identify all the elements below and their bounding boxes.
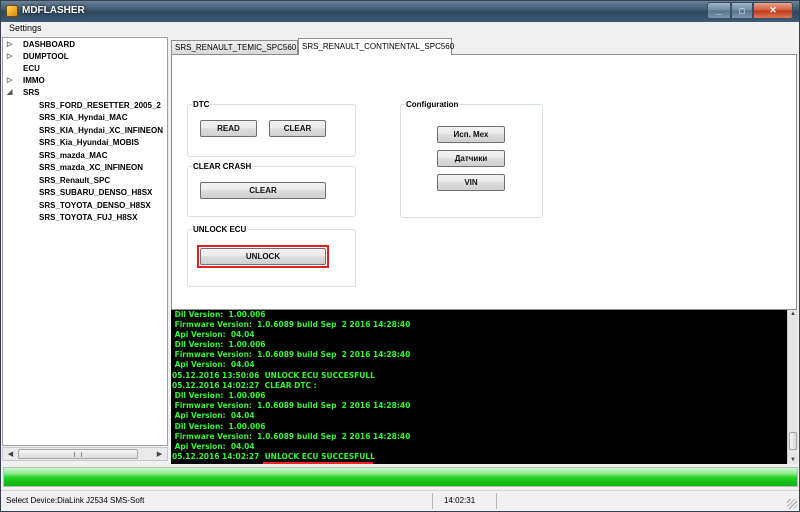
maximize-button[interactable]: □ — [731, 2, 753, 19]
log-line: Api Version: 04.04 — [172, 442, 255, 451]
sensors-button[interactable]: Датчики — [437, 150, 505, 167]
log-line: 05.12.2016 14:02:27 UNLOCK ECU SUCCESFUL… — [172, 452, 375, 461]
dtc-group: DTC READ CLEAR — [187, 100, 356, 157]
tree-item-label: SRS — [23, 88, 40, 97]
isp-mech-button[interactable]: Исп. Мех — [437, 126, 505, 143]
scroll-right-icon[interactable]: ▶ — [153, 449, 166, 460]
menu-settings[interactable]: Settings — [9, 23, 42, 33]
group-title: DTC — [192, 100, 211, 109]
collapse-arrow-icon[interactable]: ◢ — [7, 88, 15, 100]
log-line: Firmware Version: 1.0.6089 build Sep 2 2… — [172, 350, 411, 359]
tree-item-label: IMMO — [23, 76, 45, 85]
log-line: Api Version: 04.04 — [172, 360, 255, 369]
menu-bar: Settings — [1, 22, 799, 36]
log-console[interactable]: Dll Version: 1.00.006 Firmware Version: … — [171, 310, 787, 464]
unlock-ecu-group: UNLOCK ECU UNLOCK — [187, 225, 356, 287]
close-button[interactable]: ✕ — [753, 2, 793, 19]
title-bar[interactable]: MDFLASHER _ □ ✕ — [1, 1, 799, 22]
log-line: 05.12.2016 14:02:27 CLEAR DTC : — [172, 381, 317, 390]
scroll-left-icon[interactable]: ◀ — [4, 449, 17, 460]
expand-arrow-icon[interactable]: ▷ — [7, 52, 15, 64]
status-bar: Select Device:DiaLink J2534 SMS-Soft 14:… — [1, 490, 799, 511]
log-line: Firmware Version: 1.0.6089 build Sep 2 2… — [172, 401, 411, 410]
expand-arrow-icon[interactable]: ▷ — [7, 40, 15, 52]
clear-dtc-button[interactable]: CLEAR — [269, 120, 326, 137]
caption-buttons: _ □ ✕ — [707, 2, 793, 19]
status-time: 14:02:31 — [444, 496, 476, 505]
tree-item-srs-child[interactable]: SRS_TOYOTA_DENSO_H8SX — [39, 201, 151, 213]
scroll-thumb[interactable] — [789, 432, 797, 450]
configuration-group: Configuration Исп. Мех Датчики VIN — [400, 100, 543, 218]
tree-item-srs-child[interactable]: SRS_SUBARU_DENSO_H8SX — [39, 188, 152, 200]
tree-item-srs-child[interactable]: SRS_KIA_Hyndai_XC_INFINEON — [39, 126, 163, 138]
tree-item-srs-child[interactable]: SRS_Kia_Hyundai_MOBIS — [39, 138, 139, 150]
app-icon — [6, 5, 18, 17]
group-title: UNLOCK ECU — [192, 225, 248, 234]
log-line: Api Version: 04.04 — [172, 411, 255, 420]
log-line: Firmware Version: 1.0.6089 build Sep 2 2… — [172, 432, 411, 441]
tree-item-srs-child[interactable]: SRS_TOYOTA_FUJ_H8SX — [39, 213, 137, 225]
log-line: Dll Version: 1.00.006 — [172, 340, 266, 349]
read-dtc-button[interactable]: READ — [200, 120, 257, 137]
status-divider — [496, 493, 497, 509]
window-title: MDFLASHER — [22, 5, 85, 16]
log-line: Dll Version: 1.00.006 — [172, 310, 266, 319]
tab-renault-continental[interactable]: SRS_RENAULT_CONTINENTAL_SPC560 — [298, 38, 454, 55]
scroll-down-icon[interactable]: ▼ — [788, 457, 798, 463]
vin-button[interactable]: VIN — [437, 174, 505, 191]
status-divider — [432, 493, 433, 509]
log-line: Firmware Version: 1.0.6089 build Sep 2 2… — [172, 320, 411, 329]
highlight-underline — [263, 462, 373, 464]
tree-item-label: DASHBOARD — [23, 40, 75, 49]
grip-icon — [74, 452, 82, 457]
tree-item-label: DUMPTOOL — [23, 52, 69, 61]
app-window: MDFLASHER _ □ ✕ Settings ▷ DASHBOARD ▷ D… — [0, 0, 800, 512]
tree-item-label: ECU — [23, 64, 40, 73]
minimize-button[interactable]: _ — [707, 2, 731, 19]
tree-horizontal-scrollbar[interactable]: ◀ ▶ — [2, 447, 168, 461]
device-tree[interactable]: ▷ DASHBOARD ▷ DUMPTOOL ECU ▷ IMMO ◢ SRS … — [2, 37, 168, 446]
unlock-button[interactable]: UNLOCK — [200, 248, 326, 265]
tree-item-srs-child[interactable]: SRS_KIA_Hyndai_MAC — [39, 113, 127, 125]
log-line: 05.12.2016 13:50:06 UNLOCK ECU SUCCESFUL… — [172, 371, 375, 380]
log-vertical-scrollbar[interactable]: ▲ ▼ — [787, 310, 798, 464]
log-line: Dll Version: 1.00.006 — [172, 422, 266, 431]
log-line: Api Version: 04.04 — [172, 330, 255, 339]
expand-arrow-icon[interactable]: ▷ — [7, 76, 15, 88]
tab-page: DTC READ CLEAR CLEAR CRASH CLEAR UNLOCK … — [171, 54, 797, 310]
tree-item-srs-child[interactable]: SRS_mazda_XC_INFINEON — [39, 163, 143, 175]
progress-bar — [3, 467, 798, 487]
tree-item-srs-child[interactable]: SRS_Renault_SPC — [39, 176, 110, 188]
scroll-thumb[interactable] — [18, 449, 138, 459]
scroll-up-icon[interactable]: ▲ — [788, 311, 798, 317]
group-title: Configuration — [405, 100, 460, 109]
clear-crash-group: CLEAR CRASH CLEAR — [187, 162, 356, 217]
progress-fill — [4, 468, 797, 486]
resize-grip-icon[interactable] — [787, 499, 797, 509]
log-line: Dll Version: 1.00.006 — [172, 391, 266, 400]
clear-crash-button[interactable]: CLEAR — [200, 182, 326, 199]
tab-renault-temic[interactable]: SRS_RENAULT_TEMIC_SPC560 — [171, 40, 298, 54]
tree-item-srs-child[interactable]: SRS_FORD_RESETTER_2005_2 — [39, 101, 161, 113]
tree-item-srs-child[interactable]: SRS_mazda_MAC — [39, 151, 107, 163]
status-device: Select Device:DiaLink J2534 SMS-Soft — [6, 496, 145, 505]
group-title: CLEAR CRASH — [192, 162, 253, 171]
